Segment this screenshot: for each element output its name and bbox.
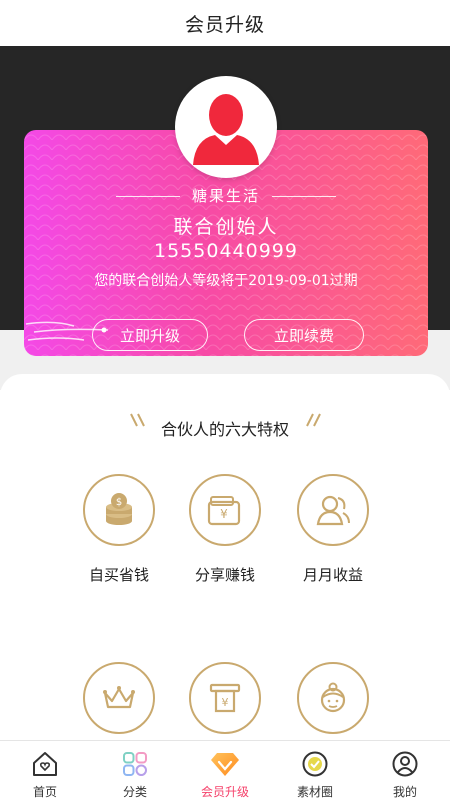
tab-label: 分类	[122, 785, 147, 799]
avatar[interactable]	[175, 76, 277, 178]
perk-monthly-income[interactable]: 月月收益	[278, 474, 388, 585]
wallet-icon: ¥	[207, 496, 241, 526]
perk-label: 自买省钱	[88, 566, 149, 584]
member-phone: 15550440999	[154, 240, 298, 262]
crown-icon	[103, 686, 135, 709]
tab-label: 首页	[32, 785, 57, 799]
brand-name: 糖果生活	[191, 187, 260, 205]
app-root: 会员升级 糖果生活 联合创始人 15550440999 您的联合创始人等级将于2…	[0, 0, 450, 800]
service-person-icon	[320, 682, 346, 713]
users-icon	[316, 495, 350, 526]
tab-label: 素材圈	[296, 785, 333, 799]
perk-atm[interactable]: ¥	[170, 662, 280, 752]
tab-bar: 首页 分类 会员升级 素材圈 我的	[0, 740, 450, 800]
profile-icon	[390, 749, 420, 779]
perk-circle: ¥	[189, 662, 261, 734]
tab-profile[interactable]: 我的	[360, 741, 450, 800]
user-silhouette-icon	[193, 94, 259, 165]
tab-label: 会员升级	[200, 785, 249, 799]
svg-text:$: $	[116, 497, 122, 508]
perk-circle	[83, 662, 155, 734]
perk-label: 分享赚钱	[194, 566, 255, 584]
atm-icon: ¥	[209, 683, 241, 713]
perk-self-buy[interactable]: $ 自买省钱	[64, 474, 174, 585]
tab-home[interactable]: 首页	[0, 741, 90, 800]
privileges-title: 合伙人的六大特权	[160, 420, 289, 439]
perk-circle: ¥	[189, 474, 261, 546]
svg-text:¥: ¥	[222, 696, 229, 709]
page-title: 会员升级	[184, 13, 265, 36]
tab-category[interactable]: 分类	[90, 741, 180, 800]
perk-circle	[297, 662, 369, 734]
svg-text:¥: ¥	[220, 507, 228, 521]
title-decoration-right	[306, 413, 321, 427]
perk-label: 月月收益	[302, 566, 363, 584]
tab-label: 我的	[392, 785, 417, 799]
home-icon	[30, 749, 60, 779]
perk-service[interactable]	[278, 662, 388, 752]
nav-bar: 会员升级	[0, 0, 450, 46]
member-level: 联合创始人	[173, 216, 279, 238]
perk-share-earn[interactable]: ¥ 分享赚钱	[170, 474, 280, 585]
category-icon	[120, 749, 150, 779]
perk-crown[interactable]	[64, 662, 174, 752]
material-icon	[300, 749, 330, 779]
perk-circle	[297, 474, 369, 546]
tab-material[interactable]: 素材圈	[270, 741, 360, 800]
perk-circle: $	[83, 474, 155, 546]
renew-button[interactable]: 立即续费	[244, 319, 364, 351]
upgrade-button[interactable]: 立即升级	[92, 319, 208, 351]
diamond-icon	[210, 749, 240, 779]
tab-upgrade[interactable]: 会员升级	[180, 741, 270, 800]
expiry-notice: 您的联合创始人等级将于2019-09-01过期	[94, 273, 358, 289]
coins-icon: $	[106, 493, 132, 525]
